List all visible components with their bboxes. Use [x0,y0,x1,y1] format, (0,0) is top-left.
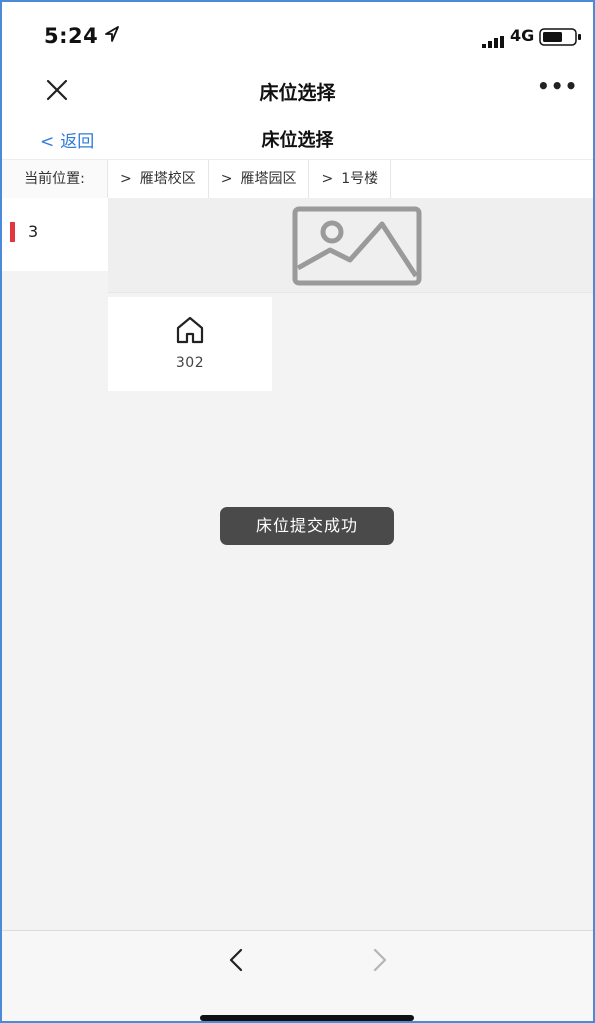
breadcrumb-campus[interactable]: > 雁塔校区 [108,160,209,198]
breadcrumb: 当前位置: > 雁塔校区 > 雁塔园区 >1号楼 [2,160,593,198]
signal-icon [482,33,506,52]
floor-list: 3 [2,198,108,271]
breadcrumb-park[interactable]: > 雁塔园区 [209,160,310,198]
nav-title: 床位选择 [259,82,336,104]
selected-marker [10,222,15,242]
image-placeholder-icon [292,206,422,290]
location-arrow-icon [105,26,119,46]
status-time: 5:24 [44,24,99,48]
home-icon [174,315,206,349]
page-title: 床位选择 [261,130,334,151]
breadcrumb-label: 当前位置: [2,160,108,198]
chevron-right-icon: > [220,171,233,187]
room-number: 302 [175,355,205,371]
sub-header: < 返回 床位选择 [2,114,593,160]
network-type: 4G [510,26,535,45]
chevron-right-icon: > [321,171,334,187]
banner-image [108,198,593,293]
breadcrumb-item-label: 雁塔校区 [139,171,196,187]
status-bar: 5:24 4G [2,2,593,64]
floor-label: 3 [28,222,39,241]
bottom-toolbar [2,930,593,1021]
toast-message: 床位提交成功 [220,507,394,545]
breadcrumb-building[interactable]: >1号楼 [309,160,392,198]
breadcrumb-item-label: 1号楼 [341,171,379,187]
room-card[interactable]: 302 [108,297,272,391]
home-indicator [200,1015,414,1021]
more-icon[interactable]: ••• [537,74,578,98]
battery-icon [539,27,583,51]
browser-forward-button[interactable] [368,945,392,975]
browser-back-button[interactable] [224,945,248,975]
app-frame: 5:24 4G 床位选择 ••• < 返回 床位选择 当前位置: > 雁塔校区 … [0,0,595,1023]
chevron-right-icon: > [120,171,132,187]
breadcrumb-item-label: 雁塔园区 [240,171,297,187]
nav-bar: 床位选择 ••• [2,64,593,114]
floor-item[interactable]: 3 [2,218,108,248]
